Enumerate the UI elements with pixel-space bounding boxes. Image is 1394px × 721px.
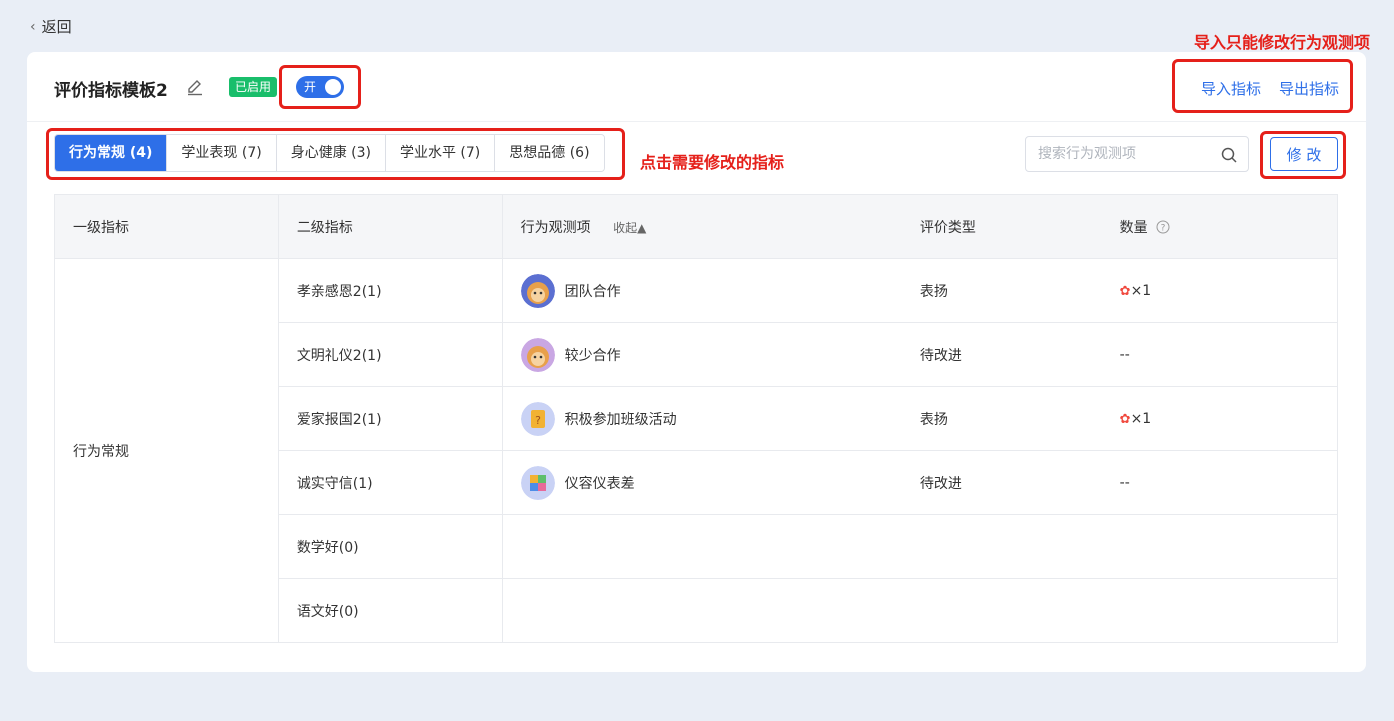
level2-cell: 文明礼仪2(1): [277, 322, 503, 387]
quantity-value: ×1: [1130, 282, 1152, 299]
level2-cell: 诚实守信(1): [277, 450, 503, 515]
svg-text:?: ?: [535, 414, 541, 427]
annotation-import-note: 导入只能修改行为观测项: [1193, 33, 1370, 52]
tab-behavior[interactable]: 行为常规 (4): [55, 135, 168, 171]
table-row: 行为常规 孝亲感恩2(1) 团队合作 表扬 ✿×1: [54, 258, 1338, 643]
header-eval-type: 评价类型: [901, 194, 1102, 259]
observation-cell: ? 积极参加班级活动: [501, 386, 902, 451]
chevron-left-icon: ‹: [30, 18, 36, 35]
category-tabs: 行为常规 (4) 学业表现 (7) 身心健康 (3) 学业水平 (7) 思想品德…: [54, 134, 605, 172]
eval-type-cell: 待改进: [901, 322, 1102, 387]
header-observation: 行为观测项 收起▲: [501, 194, 902, 259]
eval-type-cell: [901, 514, 1102, 579]
quantity-cell: --: [1101, 322, 1338, 387]
search-box: [1025, 136, 1249, 172]
help-icon[interactable]: ?: [1156, 220, 1170, 234]
quantity-cell: [1101, 514, 1338, 579]
search-icon[interactable]: [1220, 146, 1238, 164]
svg-text:?: ?: [1161, 223, 1166, 233]
search-input[interactable]: [1026, 137, 1206, 171]
quantity-cell: ✿×1: [1101, 258, 1338, 323]
flower-icon: ✿: [1119, 411, 1131, 427]
observation-label: 团队合作: [564, 283, 621, 300]
observation-label: 较少合作: [564, 347, 621, 364]
table-header-row: 一级指标 二级指标 行为观测项 收起▲ 评价类型 数量 ?: [54, 194, 1338, 259]
header-observation-label: 行为观测项: [520, 219, 591, 236]
level2-cell: 孝亲感恩2(1): [277, 258, 503, 323]
observation-cell: [501, 514, 902, 579]
header-level2: 二级指标: [277, 194, 503, 259]
template-card: 评价指标模板2 已启用 开 导入指标 导出指标 行为常规 (4) 学业表现 (7…: [27, 52, 1366, 672]
collapse-toggle[interactable]: 收起▲: [613, 221, 646, 235]
tab-academic-performance[interactable]: 学业表现 (7): [167, 135, 277, 171]
header-quantity-label: 数量: [1119, 219, 1148, 236]
export-indicators-link[interactable]: 导出指标: [1279, 78, 1339, 99]
observation-cell: 较少合作: [501, 322, 902, 387]
level1-cell: 行为常规: [54, 258, 279, 643]
header-level1: 一级指标: [54, 194, 279, 259]
puzzle-avatar-icon: [520, 465, 555, 500]
level2-cell: 数学好(0): [277, 514, 503, 579]
card-header: 评价指标模板2 已启用 开 导入指标 导出指标: [27, 52, 1366, 122]
quantity-cell: [1101, 578, 1338, 643]
toggle-label: 开: [304, 80, 317, 94]
tab-academic-level[interactable]: 学业水平 (7): [385, 135, 496, 171]
flower-icon: ✿: [1119, 283, 1131, 299]
quantity-value: ×1: [1130, 410, 1152, 427]
header-quantity: 数量 ?: [1101, 194, 1338, 259]
status-badge: 已启用: [229, 77, 278, 97]
eval-type-cell: 表扬: [901, 386, 1102, 451]
toggle-knob: [325, 79, 341, 95]
page-title: 评价指标模板2: [54, 81, 168, 101]
back-link[interactable]: ‹ 返回: [30, 16, 72, 37]
observation-cell: [501, 578, 902, 643]
monkey-avatar-icon: [520, 273, 555, 308]
eval-type-cell: [901, 578, 1102, 643]
observation-label: 积极参加班级活动: [564, 411, 677, 428]
pencil-icon[interactable]: [185, 77, 205, 97]
modify-button[interactable]: 修 改: [1270, 137, 1338, 171]
question-card-avatar-icon: ?: [520, 401, 555, 436]
enable-toggle[interactable]: 开: [296, 76, 344, 98]
import-indicators-link[interactable]: 导入指标: [1201, 78, 1261, 99]
annotation-tabs-note: 点击需要修改的指标: [640, 153, 785, 172]
observation-cell: 仪容仪表差: [501, 450, 902, 515]
monkey-avatar-icon: [520, 337, 555, 372]
tab-health[interactable]: 身心健康 (3): [276, 135, 386, 171]
quantity-cell: ✿×1: [1101, 386, 1338, 451]
back-label: 返回: [41, 18, 72, 36]
observation-label: 仪容仪表差: [564, 475, 635, 492]
quantity-cell: --: [1101, 450, 1338, 515]
observation-cell: 团队合作: [501, 258, 902, 323]
level2-cell: 语文好(0): [277, 578, 503, 643]
indicator-table: 一级指标 二级指标 行为观测项 收起▲ 评价类型 数量 ? 行为常规 孝亲感恩2…: [54, 194, 1338, 643]
level2-cell: 爱家报国2(1): [277, 386, 503, 451]
header-links: 导入指标 导出指标: [1201, 78, 1339, 99]
eval-type-cell: 表扬: [901, 258, 1102, 323]
tab-morality[interactable]: 思想品德 (6): [495, 135, 604, 171]
eval-type-cell: 待改进: [901, 450, 1102, 515]
